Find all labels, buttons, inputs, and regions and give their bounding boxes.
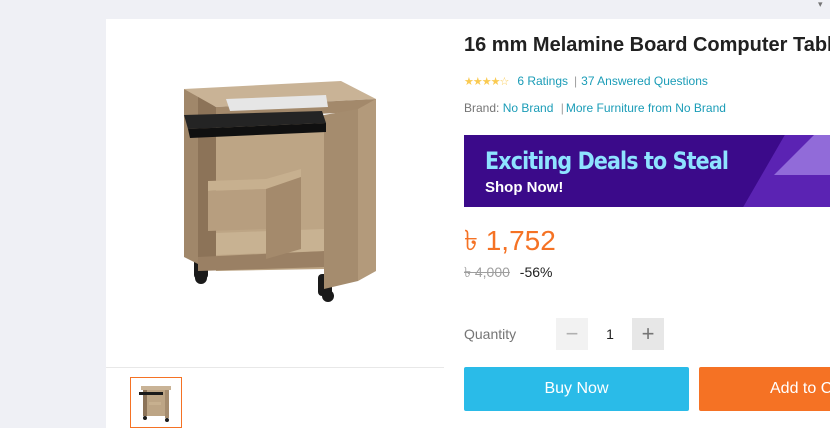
banner-headline: Exciting Deals to Steal bbox=[485, 147, 729, 175]
quantity-increase-button[interactable]: + bbox=[632, 318, 664, 350]
product-gallery bbox=[106, 19, 444, 428]
original-price-row: ৳ 4,000 -56% bbox=[464, 261, 552, 285]
original-price: ৳ 4,000 bbox=[464, 264, 510, 280]
rating-stars-icon: ★★★★☆ bbox=[464, 75, 509, 88]
quantity-label: Quantity bbox=[464, 326, 517, 342]
product-card: 16 mm Melamine Board Computer Table ★★★★… bbox=[106, 19, 830, 428]
banner-shop-now[interactable]: Shop Now! bbox=[485, 179, 563, 196]
answered-questions-link[interactable]: 37 Answered Questions bbox=[581, 74, 708, 88]
buy-now-button[interactable]: Buy Now bbox=[464, 367, 689, 411]
product-info: 16 mm Melamine Board Computer Table ★★★★… bbox=[464, 19, 830, 428]
gallery-divider bbox=[106, 367, 444, 368]
separator: | bbox=[560, 101, 564, 115]
add-to-cart-button[interactable]: Add to Cart bbox=[699, 367, 830, 411]
quantity-value[interactable]: 1 bbox=[588, 318, 632, 350]
quantity-decrease-button[interactable]: − bbox=[556, 318, 588, 350]
separator: | bbox=[574, 74, 578, 88]
brand-row: Brand: No Brand | More Furniture from No … bbox=[464, 101, 726, 115]
chevron-down-icon: ▾ bbox=[818, 0, 823, 9]
brand-label: Brand: bbox=[464, 101, 500, 115]
ratings-link[interactable]: 6 Ratings bbox=[517, 74, 568, 88]
more-from-brand-link[interactable]: More Furniture from No Brand bbox=[566, 101, 726, 115]
promo-banner[interactable]: Exciting Deals to Steal Shop Now! bbox=[464, 135, 830, 207]
current-price: ৳ 1,752 bbox=[464, 225, 556, 256]
product-main-image[interactable] bbox=[106, 19, 444, 367]
computer-table-thumbnail-icon bbox=[139, 386, 171, 422]
product-title: 16 mm Melamine Board Computer Table bbox=[464, 34, 830, 56]
computer-table-icon bbox=[184, 81, 376, 302]
product-thumbnail[interactable] bbox=[130, 377, 182, 428]
discount-percent: -56% bbox=[519, 264, 553, 280]
brand-link[interactable]: No Brand bbox=[503, 101, 554, 115]
rating-row: ★★★★☆ 6 Ratings | 37 Answered Questions bbox=[464, 74, 708, 88]
